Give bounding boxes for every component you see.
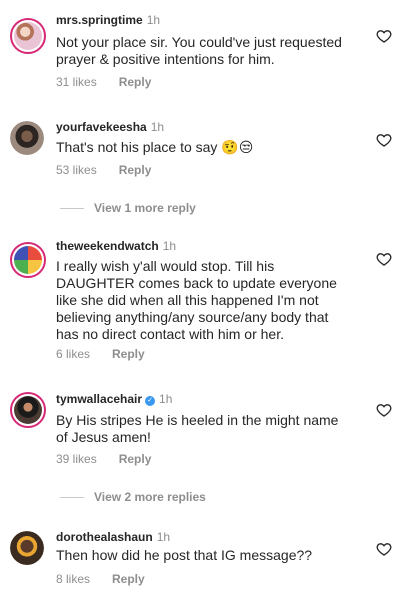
comment-text-line: By His stripes He is heeled in the might… <box>56 412 339 428</box>
reply-button[interactable]: Reply <box>112 347 145 361</box>
comment-text-line: That's not his place to say 🤨😒 <box>56 139 254 155</box>
avatar[interactable] <box>10 242 46 278</box>
heart-outline-icon[interactable] <box>376 28 392 44</box>
avatar[interactable] <box>10 121 44 155</box>
comment-username[interactable]: mrs.springtime 1h <box>56 13 160 27</box>
comment-meta: 8 likes Reply <box>56 572 167 586</box>
avatar[interactable] <box>10 531 44 565</box>
comment-text-line: believing anything/any source/any body t… <box>56 309 329 325</box>
comment-text-line: of Jesus amen! <box>56 429 151 445</box>
comment-text-line: I really wish y'all would stop. Till his <box>56 258 275 274</box>
username-text[interactable]: dorothealashaun <box>56 530 153 544</box>
username-text[interactable]: yourfavekeesha <box>56 120 147 134</box>
comment-time: 1h <box>150 120 165 134</box>
heart-outline-icon[interactable] <box>376 541 392 557</box>
comment-meta: 31 likes Reply <box>56 75 173 89</box>
comment-meta: 53 likes Reply <box>56 163 173 177</box>
comment-text-line: has no direct contact with him or her. <box>56 326 284 342</box>
reply-button[interactable]: Reply <box>112 572 145 586</box>
comment-text: By His stripes He is heeled in the might… <box>56 412 366 446</box>
comment-text: Then how did he post that IG message?? <box>56 547 366 564</box>
reply-button[interactable]: Reply <box>119 452 152 466</box>
verified-badge-icon: ✓ <box>145 396 156 406</box>
username-text[interactable]: theweekendwatch <box>56 239 159 253</box>
likes-count[interactable]: 6 likes <box>56 347 90 361</box>
comment-username[interactable]: tymwallacehair ✓ 1h <box>56 392 172 406</box>
view-more-replies-button[interactable]: View 2 more replies <box>60 490 206 504</box>
avatar[interactable] <box>10 18 46 54</box>
comment-username[interactable]: theweekendwatch 1h <box>56 239 176 253</box>
comment-text: I really wish y'all would stop. Till his… <box>56 258 366 343</box>
comment-username[interactable]: yourfavekeesha 1h <box>56 120 164 134</box>
likes-count[interactable]: 53 likes <box>56 163 97 177</box>
comment-time: 1h <box>162 239 177 253</box>
heart-outline-icon[interactable] <box>376 251 392 267</box>
likes-count[interactable]: 8 likes <box>56 572 90 586</box>
comment-username[interactable]: dorothealashaun 1h <box>56 530 170 544</box>
comment-text: Not your place sir. You could've just re… <box>56 34 366 68</box>
likes-count[interactable]: 39 likes <box>56 452 97 466</box>
view-more-replies-button[interactable]: View 1 more reply <box>60 201 196 215</box>
heart-outline-icon[interactable] <box>376 402 392 418</box>
comment-text-line: like she did when all this happened I'm … <box>56 292 319 308</box>
view-more-label[interactable]: View 2 more replies <box>94 490 206 504</box>
reply-button[interactable]: Reply <box>119 75 152 89</box>
heart-outline-icon[interactable] <box>376 132 392 148</box>
comment-time: 1h <box>156 530 171 544</box>
comment-time: 1h <box>146 13 161 27</box>
reply-button[interactable]: Reply <box>119 163 152 177</box>
comment-text: That's not his place to say 🤨😒 <box>56 139 366 156</box>
likes-count[interactable]: 31 likes <box>56 75 97 89</box>
divider-line <box>60 207 84 209</box>
comment-text-line: Then how did he post that IG message?? <box>56 547 313 563</box>
comment-meta: 6 likes Reply <box>56 347 167 361</box>
comment-time: 1h <box>159 392 173 406</box>
comment-text-line: prayer & positive intentions for him. <box>56 51 275 67</box>
username-text[interactable]: mrs.springtime <box>56 13 143 27</box>
comment-text-line: Not your place sir. You could've just re… <box>56 34 342 50</box>
username-text[interactable]: tymwallacehair <box>56 392 142 406</box>
comment-meta: 39 likes Reply <box>56 452 173 466</box>
view-more-label[interactable]: View 1 more reply <box>94 201 196 215</box>
avatar[interactable] <box>10 392 46 428</box>
comment-text-line: DAUGHTER comes back to update everyone <box>56 275 337 291</box>
divider-line <box>60 496 84 498</box>
